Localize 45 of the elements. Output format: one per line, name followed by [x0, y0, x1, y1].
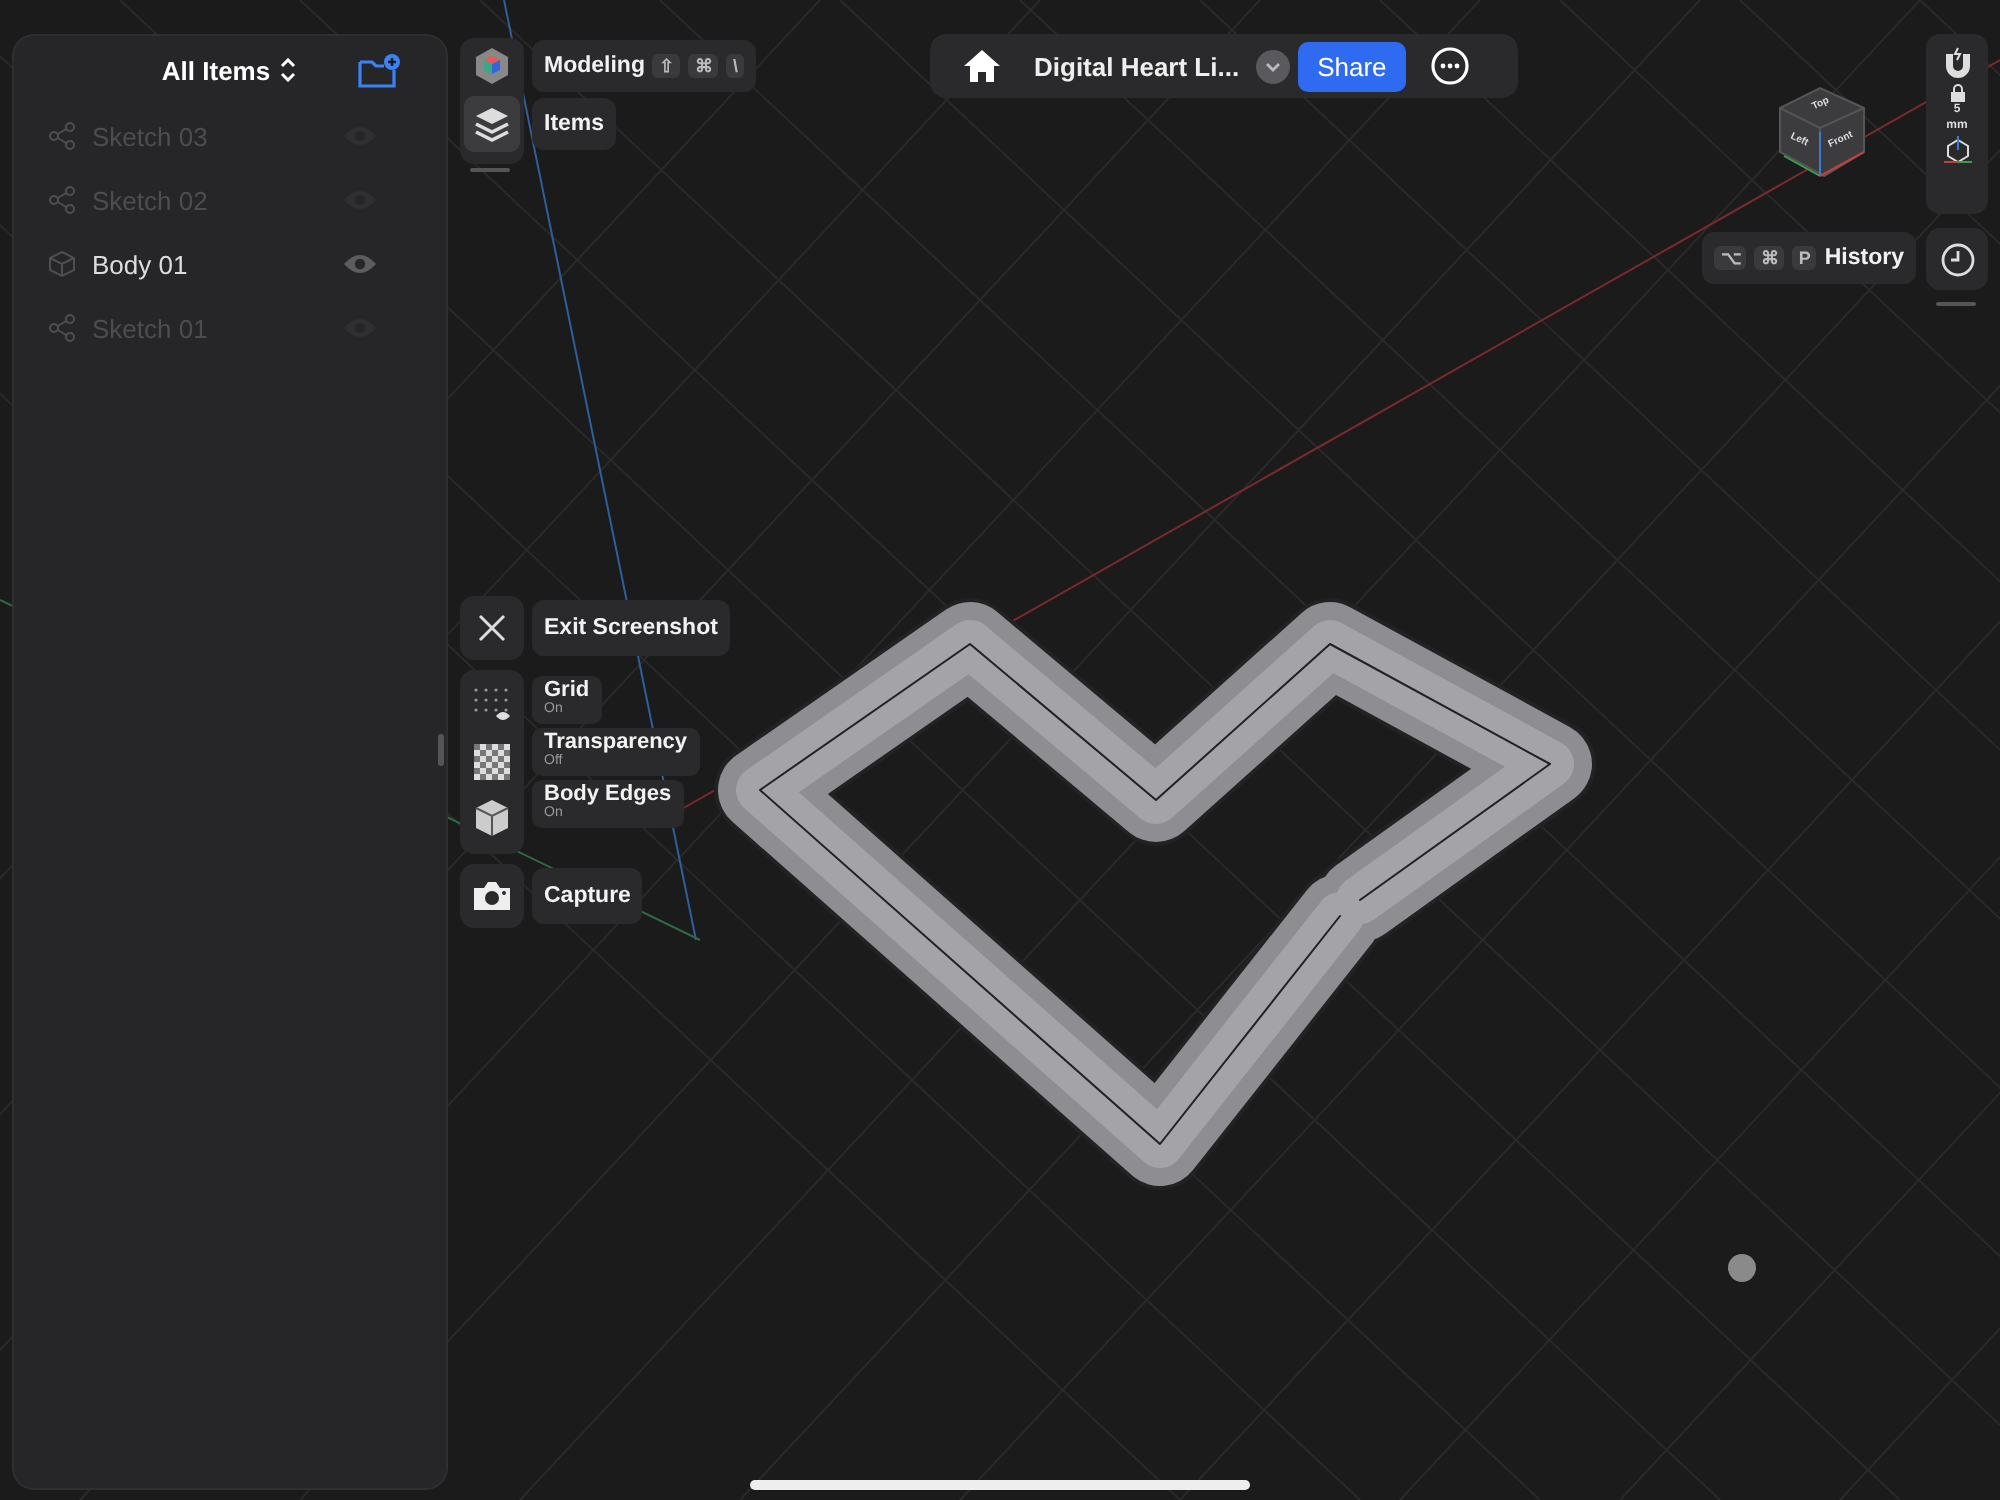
item-row[interactable]: Body 01 — [14, 232, 446, 296]
history-button[interactable] — [1926, 228, 1988, 290]
clock-icon — [1939, 241, 1975, 277]
items-button[interactable]: Items — [532, 98, 617, 150]
cube-icon[interactable] — [474, 798, 510, 838]
capture-button[interactable] — [460, 864, 524, 928]
document-title[interactable]: Digital Heart Li... — [1034, 51, 1240, 81]
sketch-icon — [48, 314, 76, 342]
exit-button[interactable] — [460, 596, 524, 660]
toggle-name: Body Edges — [544, 784, 672, 804]
exit-screenshot-label[interactable]: Exit Screenshot — [532, 600, 730, 656]
item-name: Body 01 — [92, 249, 190, 279]
share-button[interactable]: Share — [1297, 41, 1407, 91]
sketch-icon — [48, 186, 76, 214]
shortcut-key: P — [1792, 246, 1817, 270]
toggle-name: Grid — [544, 680, 590, 700]
home-icon[interactable] — [962, 48, 1002, 84]
camera-icon — [472, 880, 512, 912]
shortcut-key: ⌥ — [1714, 246, 1747, 270]
close-icon — [478, 614, 506, 642]
shortcut-key: \ — [726, 54, 744, 78]
new-folder-icon[interactable] — [358, 54, 402, 90]
magnet-icon[interactable] — [1941, 46, 1973, 82]
resize-handle[interactable] — [438, 734, 444, 766]
divider — [470, 168, 510, 172]
modeling-icon[interactable] — [470, 44, 514, 88]
sort-icon — [278, 58, 299, 82]
grid-icon[interactable] — [472, 686, 512, 726]
shortcut-key: ⌘ — [688, 54, 719, 78]
shortcut-key: ⌘ — [1754, 246, 1785, 270]
shortcut-key: ⇧ — [652, 54, 681, 78]
divider — [1936, 302, 1976, 306]
toggle-name: Transparency — [544, 732, 688, 752]
sketch-icon — [48, 122, 76, 150]
workspace-label[interactable]: Modeling ⇧ ⌘ \ — [532, 40, 756, 92]
layers-icon[interactable] — [464, 96, 520, 152]
more-icon[interactable] — [1430, 46, 1471, 86]
cube-icon — [48, 250, 76, 278]
chevron-down-icon[interactable] — [1255, 49, 1290, 83]
filter-dropdown[interactable]: All Items — [157, 51, 303, 89]
capture-label[interactable]: Capture — [532, 868, 643, 924]
history-label[interactable]: ⌥ ⌘ P History — [1702, 232, 1916, 284]
pivot-icon[interactable] — [1943, 136, 1971, 164]
checkerboard-icon[interactable] — [474, 744, 510, 780]
lock-icon[interactable] — [1949, 84, 1965, 102]
